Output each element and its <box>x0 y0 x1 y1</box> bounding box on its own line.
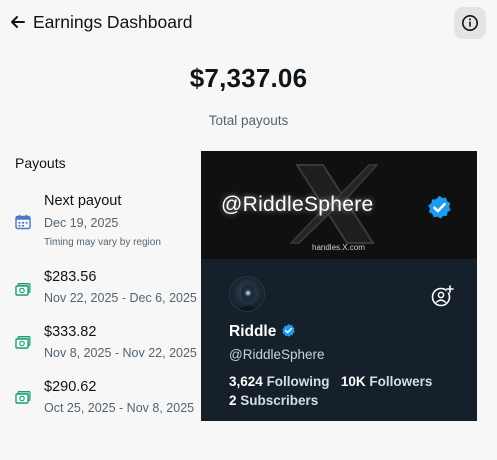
follow-stats: 3,624 Following 10K Followers <box>229 374 432 389</box>
subscribers-count: 2 <box>229 393 237 408</box>
verified-badge-icon <box>428 195 451 219</box>
profile-banner: @RiddleSphere handles.X.com <box>201 151 477 259</box>
payout-amount: $283.56 <box>44 269 97 285</box>
next-payout-note: Timing may vary by region <box>44 237 161 248</box>
payout-amount: $290.62 <box>44 379 97 395</box>
followers-stat[interactable]: 10K Followers <box>341 374 433 389</box>
next-payout-title: Next payout <box>44 193 122 209</box>
profile-card[interactable]: @RiddleSphere handles.X.com Riddle @Ridd… <box>201 151 477 421</box>
following-label: Following <box>266 374 330 389</box>
avatar[interactable] <box>229 276 265 312</box>
header: Earnings Dashboard <box>0 0 497 46</box>
profile-handle[interactable]: @RiddleSphere <box>229 347 325 362</box>
following-stat[interactable]: 3,624 Following <box>229 374 330 389</box>
money-icon <box>15 283 31 296</box>
back-button[interactable] <box>8 12 28 32</box>
next-payout-date: Dec 19, 2025 <box>44 216 119 230</box>
avatar-image <box>238 284 258 311</box>
profile-name[interactable]: Riddle <box>229 323 276 341</box>
total-payouts-label: Total payouts <box>208 113 289 128</box>
info-icon <box>462 15 478 31</box>
subscribers-label: Subscribers <box>240 393 319 408</box>
following-count: 3,624 <box>229 374 263 389</box>
payout-period: Nov 22, 2025 - Dec 6, 2025 <box>44 291 197 305</box>
banner-site-text: handles.X.com <box>312 243 365 252</box>
payout-period: Oct 25, 2025 - Nov 8, 2025 <box>44 401 195 415</box>
payouts-heading: Payouts <box>15 155 66 171</box>
calendar-icon <box>15 214 31 230</box>
payout-period: Nov 8, 2025 - Nov 22, 2025 <box>44 346 197 360</box>
arrow-left-icon <box>11 16 25 28</box>
money-icon <box>15 391 31 404</box>
followers-count: 10K <box>340 374 366 389</box>
verified-badge-icon <box>282 323 295 337</box>
money-icon <box>15 336 31 349</box>
page-title: Earnings Dashboard <box>33 12 193 32</box>
followers-label: Followers <box>369 374 433 389</box>
subscriber-stats[interactable]: 2 Subscribers <box>229 393 318 408</box>
banner-handle-text: @RiddleSphere <box>221 193 374 216</box>
info-button[interactable] <box>454 7 486 39</box>
add-user-icon[interactable] <box>430 284 454 308</box>
earnings-page: Earnings Dashboard $7,337.06 Total payou… <box>0 0 497 460</box>
payout-amount: $333.82 <box>44 324 97 340</box>
total-payouts-amount: $7,337.06 <box>189 63 308 93</box>
